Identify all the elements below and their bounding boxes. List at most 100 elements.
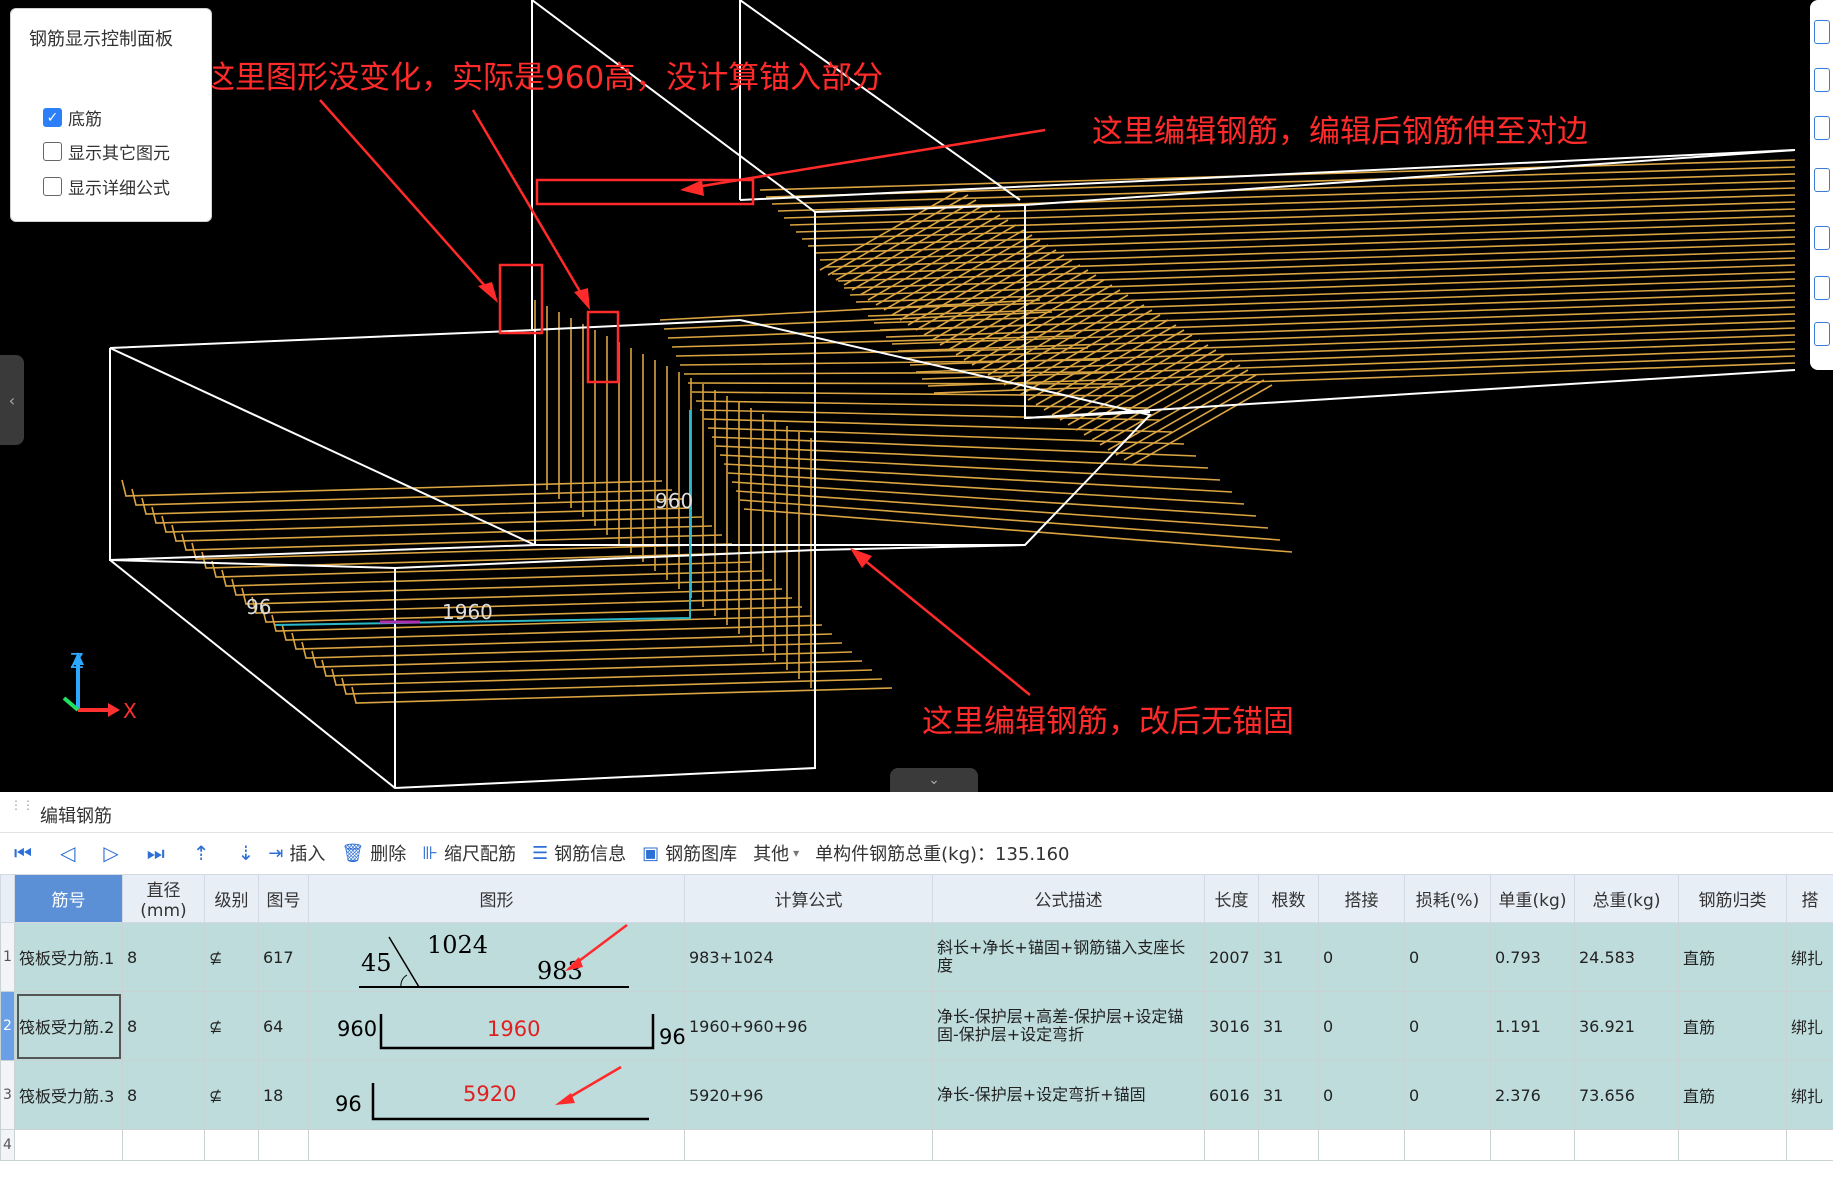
cell-length[interactable]: 6016 bbox=[1204, 1060, 1259, 1130]
col-header[interactable]: 筋号 bbox=[14, 874, 123, 923]
checkbox-icon bbox=[43, 142, 62, 161]
cell-shape[interactable]: 960 1960 96 bbox=[308, 991, 685, 1061]
table-row-empty[interactable]: 4 bbox=[0, 1129, 1833, 1161]
first-record-icon[interactable]: ⏮ bbox=[14, 841, 32, 865]
cell-name[interactable]: 筏板受力筋.2 bbox=[14, 991, 123, 1061]
checkbox-show-other[interactable]: 显示其它图元 bbox=[43, 139, 170, 164]
cell-desc[interactable]: 净长-保护层+设定弯折+锚固 bbox=[932, 1060, 1205, 1130]
cell-shape[interactable]: 45 1024 983 bbox=[308, 922, 685, 992]
cell-name[interactable]: 筏板受力筋.1 bbox=[14, 922, 123, 992]
cell-length[interactable]: 3016 bbox=[1204, 991, 1259, 1061]
cell-extra[interactable]: 绑扎 bbox=[1786, 922, 1833, 992]
cell-lap[interactable]: 0 bbox=[1318, 922, 1405, 992]
cell-diameter[interactable]: 8 bbox=[122, 922, 205, 992]
cell-loss[interactable]: 0 bbox=[1404, 991, 1491, 1061]
chevron-left-icon: ‹ bbox=[8, 390, 16, 410]
cell-formula[interactable]: 983+1024 bbox=[684, 922, 933, 992]
cell-category[interactable]: 直筋 bbox=[1678, 991, 1787, 1061]
rebar-info-button[interactable]: ☰ 钢筋信息 bbox=[532, 840, 626, 866]
cell-desc[interactable]: 斜长+净长+锚固+钢筋锚入支座长度 bbox=[932, 922, 1205, 992]
3d-viewport[interactable]: 960 96 1960 Z X 编辑钢筋之后这里图形没变化，实际是960高，没计… bbox=[0, 0, 1833, 792]
cell-count[interactable]: 31 bbox=[1258, 991, 1319, 1061]
tool-icon[interactable] bbox=[1814, 322, 1830, 346]
move-down-icon[interactable]: ⇣ bbox=[238, 841, 255, 865]
insert-button[interactable]: ⇥ 插入 bbox=[268, 840, 325, 866]
col-header[interactable]: 图形 bbox=[308, 874, 685, 923]
cell-category[interactable]: 直筋 bbox=[1678, 1060, 1787, 1130]
col-header[interactable]: 损耗(%) bbox=[1404, 874, 1491, 923]
rebar-library-button[interactable]: ▣ 钢筋图库 bbox=[642, 840, 737, 866]
cell-loss[interactable]: 0 bbox=[1404, 1060, 1491, 1130]
col-header[interactable]: 单重(kg) bbox=[1490, 874, 1575, 923]
table-row[interactable]: 3 筏板受力筋.3 8 ⊈ 18 96 5920 5920+96 净长-保护层+… bbox=[0, 1060, 1833, 1130]
cell-diameter[interactable]: 8 bbox=[122, 991, 205, 1061]
col-header[interactable]: 公式描述 bbox=[932, 874, 1205, 923]
cell-name[interactable]: 筏板受力筋.3 bbox=[14, 1060, 123, 1130]
col-header[interactable]: 图号 bbox=[258, 874, 309, 923]
cell-fig[interactable]: 617 bbox=[258, 922, 309, 992]
row-number[interactable]: 2 bbox=[0, 991, 15, 1061]
cell-formula[interactable]: 1960+960+96 bbox=[684, 991, 933, 1061]
cell-count[interactable]: 31 bbox=[1258, 922, 1319, 992]
prev-record-icon[interactable]: ◁ bbox=[60, 841, 75, 865]
col-header[interactable]: 搭 bbox=[1786, 874, 1833, 923]
cell-grade[interactable]: ⊈ bbox=[204, 991, 259, 1061]
cell-count[interactable]: 31 bbox=[1258, 1060, 1319, 1130]
cell-formula[interactable]: 5920+96 bbox=[684, 1060, 933, 1130]
cell-shape[interactable]: 96 5920 bbox=[308, 1060, 685, 1130]
cell-lap[interactable]: 0 bbox=[1318, 1060, 1405, 1130]
cell-diameter[interactable]: 8 bbox=[122, 1060, 205, 1130]
tool-icon[interactable] bbox=[1814, 276, 1830, 300]
drag-handle-icon[interactable]: ⋮⋮ bbox=[10, 799, 34, 822]
cell-total-weight[interactable]: 24.583 bbox=[1574, 922, 1679, 992]
tool-icon[interactable] bbox=[1814, 68, 1830, 92]
checkbox-bottom-rebar[interactable]: ✓ 底筋 bbox=[43, 105, 102, 130]
cell-loss[interactable]: 0 bbox=[1404, 922, 1491, 992]
row-number[interactable]: 1 bbox=[0, 922, 15, 992]
next-record-icon[interactable]: ▷ bbox=[103, 841, 118, 865]
scale-rebar-button[interactable]: ⊪ 缩尺配筋 bbox=[422, 840, 516, 866]
cell-desc[interactable]: 净长-保护层+高差-保护层+设定锚固-保护层+设定弯折 bbox=[932, 991, 1205, 1061]
col-header[interactable]: 总重(kg) bbox=[1574, 874, 1679, 923]
checkbox-show-formula[interactable]: 显示详细公式 bbox=[43, 174, 170, 199]
rebar-line bbox=[695, 400, 1149, 409]
rebar-line bbox=[141, 497, 683, 515]
cell-category[interactable]: 直筋 bbox=[1678, 922, 1787, 992]
cell-unit-weight[interactable]: 0.793 bbox=[1490, 922, 1575, 992]
cell-grade[interactable]: ⊈ bbox=[204, 922, 259, 992]
cell-fig[interactable]: 64 bbox=[258, 991, 309, 1061]
cell-fig[interactable]: 18 bbox=[258, 1060, 309, 1130]
col-header[interactable]: 钢筋归类 bbox=[1678, 874, 1787, 923]
cell-extra[interactable]: 绑扎 bbox=[1786, 1060, 1833, 1130]
other-dropdown[interactable]: 其他 ▾ bbox=[753, 840, 799, 866]
cell-length[interactable]: 2007 bbox=[1204, 922, 1259, 992]
last-record-icon[interactable]: ⏭ bbox=[147, 841, 165, 865]
cell-grade[interactable]: ⊈ bbox=[204, 1060, 259, 1130]
tool-icon[interactable] bbox=[1814, 168, 1830, 192]
row-number[interactable]: 4 bbox=[0, 1129, 15, 1161]
delete-button[interactable]: 🗑 删除 bbox=[341, 840, 406, 866]
col-header[interactable]: 计算公式 bbox=[684, 874, 933, 923]
collapse-left-tab[interactable]: ‹ bbox=[0, 355, 24, 445]
col-header[interactable]: 级别 bbox=[204, 874, 259, 923]
table-row[interactable]: 2 筏板受力筋.2 8 ⊈ 64 960 1960 96 1960+960+96… bbox=[0, 991, 1833, 1061]
col-header[interactable]: 搭接 bbox=[1318, 874, 1405, 923]
rebar-line bbox=[251, 596, 793, 614]
cell-lap[interactable]: 0 bbox=[1318, 991, 1405, 1061]
tool-icon[interactable] bbox=[1814, 116, 1830, 140]
rebar-line bbox=[331, 668, 873, 686]
cell-extra[interactable]: 绑扎 bbox=[1786, 991, 1833, 1061]
col-header[interactable]: 长度 bbox=[1204, 874, 1259, 923]
move-up-icon[interactable]: ⇡ bbox=[193, 841, 210, 865]
cell-total-weight[interactable]: 73.656 bbox=[1574, 1060, 1679, 1130]
collapse-bottom-tab[interactable]: ⌄ bbox=[890, 768, 978, 792]
cell-unit-weight[interactable]: 1.191 bbox=[1490, 991, 1575, 1061]
tool-icon[interactable] bbox=[1814, 20, 1830, 44]
row-number[interactable]: 3 bbox=[0, 1060, 15, 1130]
cell-unit-weight[interactable]: 2.376 bbox=[1490, 1060, 1575, 1130]
tool-icon[interactable] bbox=[1814, 226, 1830, 250]
col-header[interactable]: 直径(mm) bbox=[122, 874, 205, 923]
cell-total-weight[interactable]: 36.921 bbox=[1574, 991, 1679, 1061]
col-header[interactable]: 根数 bbox=[1258, 874, 1319, 923]
table-row[interactable]: 1 筏板受力筋.1 8 ⊈ 617 45 1024 983 983+1024 斜… bbox=[0, 922, 1833, 992]
